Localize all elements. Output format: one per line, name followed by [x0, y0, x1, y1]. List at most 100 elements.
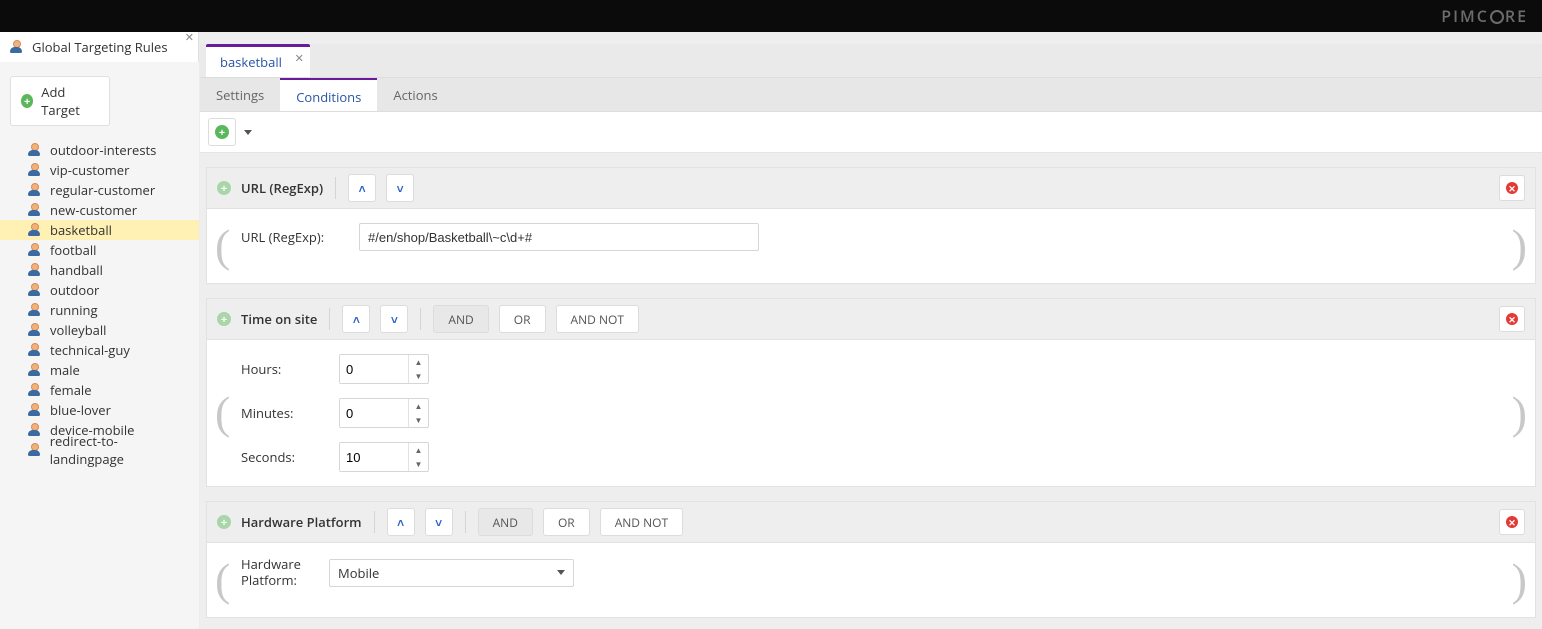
tab-actions[interactable]: Actions [377, 78, 453, 111]
number-input[interactable] [340, 443, 408, 471]
sidebar-item[interactable]: blue-lover [0, 400, 199, 420]
number-input[interactable] [340, 399, 408, 427]
number-spinner[interactable]: ▲▼ [339, 442, 429, 472]
add-condition-menu[interactable] [240, 118, 256, 146]
editor-tabstrip: basketball ✕ [200, 44, 1542, 78]
condition-header: + URL (RegExp) ˄ ˅ ✕ [206, 167, 1536, 209]
move-down-button[interactable]: ˅ [386, 174, 414, 202]
chevron-down-icon: ˅ [397, 180, 404, 197]
plus-icon: + [215, 125, 229, 139]
add-target-label: Add Target [41, 83, 99, 119]
sidebar-title: Global Targeting Rules [32, 38, 168, 56]
user-icon [28, 263, 42, 277]
move-down-button[interactable]: ˅ [425, 508, 453, 536]
close-icon: ✕ [1506, 313, 1518, 325]
sidebar-item[interactable]: vip-customer [0, 160, 199, 180]
sidebar-item-label: female [50, 381, 92, 399]
user-icon [28, 323, 42, 337]
step-down[interactable]: ▼ [409, 457, 428, 471]
sidebar-item[interactable]: football [0, 240, 199, 260]
open-paren: ( [215, 223, 233, 269]
user-icon [28, 423, 42, 437]
sidebar-item[interactable]: basketball [0, 220, 199, 240]
rule-list: outdoor-interestsvip-customerregular-cus… [0, 140, 199, 460]
sidebar-item-label: male [50, 361, 80, 379]
add-target-button[interactable]: + Add Target [10, 76, 110, 126]
operator-and[interactable]: AND [478, 508, 533, 536]
field-label: URL (RegExp): [241, 228, 341, 246]
plus-icon[interactable]: + [217, 515, 231, 529]
step-up[interactable]: ▲ [409, 399, 428, 413]
sidebar-item[interactable]: outdoor [0, 280, 199, 300]
user-icon [28, 283, 42, 297]
sidebar-item[interactable]: new-customer [0, 200, 199, 220]
operator-or[interactable]: OR [499, 305, 546, 333]
sidebar-item[interactable]: regular-customer [0, 180, 199, 200]
condition-header: +Time on site˄˅ANDORAND NOT✕ [206, 298, 1536, 340]
close-icon: ✕ [1506, 182, 1518, 194]
sidebar-item[interactable]: technical-guy [0, 340, 199, 360]
number-spinner[interactable]: ▲▼ [339, 398, 429, 428]
plus-icon[interactable]: + [217, 181, 231, 195]
sidebar-item-label: outdoor [50, 281, 99, 299]
sidebar-item[interactable]: redirect-to-landingpage [0, 440, 199, 460]
sidebar-item-label: redirect-to-landingpage [50, 432, 189, 468]
tab-conditions[interactable]: Conditions [280, 78, 377, 111]
editor: basketball ✕ Settings Conditions Actions… [200, 32, 1542, 629]
hardware-platform-select[interactable]: Mobile [329, 559, 574, 587]
sidebar-item-label: vip-customer [50, 161, 129, 179]
field-label: HardwarePlatform: [241, 557, 311, 588]
sidebar-item[interactable]: outdoor-interests [0, 140, 199, 160]
sidebar-item-label: basketball [50, 221, 112, 239]
move-up-button[interactable]: ˄ [342, 305, 370, 333]
number-input[interactable] [340, 355, 408, 383]
number-spinner[interactable]: ▲▼ [339, 354, 429, 384]
step-down[interactable]: ▼ [409, 369, 428, 383]
user-icon [28, 443, 42, 457]
editor-tab[interactable]: basketball ✕ [206, 44, 310, 77]
url-regexp-input[interactable] [359, 223, 759, 251]
sidebar-item-label: volleyball [50, 321, 106, 339]
sidebar-item[interactable]: handball [0, 260, 199, 280]
operator-or[interactable]: OR [543, 508, 590, 536]
delete-condition-button[interactable]: ✕ [1499, 175, 1525, 201]
plus-icon: + [21, 94, 33, 108]
condition-body: (Hours:▲▼Minutes:▲▼Seconds:▲▼) [206, 340, 1536, 487]
close-icon[interactable]: ✕ [295, 51, 304, 66]
editor-tab-label: basketball [220, 53, 282, 71]
sidebar: Global Targeting Rules ✕ + Add Target ou… [0, 32, 200, 629]
subtabs: Settings Conditions Actions [200, 78, 1542, 112]
move-down-button[interactable]: ˅ [380, 305, 408, 333]
field-label: Seconds: [241, 448, 321, 466]
sidebar-item-label: running [50, 301, 98, 319]
operator-and-not[interactable]: AND NOT [600, 508, 683, 536]
add-condition-button[interactable]: + [208, 118, 236, 146]
step-down[interactable]: ▼ [409, 413, 428, 427]
sidebar-item-label: blue-lover [50, 401, 111, 419]
plus-icon[interactable]: + [217, 312, 231, 326]
sidebar-item-label: handball [50, 261, 103, 279]
step-up[interactable]: ▲ [409, 443, 428, 457]
delete-condition-button[interactable]: ✕ [1499, 306, 1525, 332]
close-icon[interactable]: ✕ [185, 30, 194, 45]
user-icon [28, 403, 42, 417]
field-label: Minutes: [241, 404, 321, 422]
step-up[interactable]: ▲ [409, 355, 428, 369]
sidebar-item[interactable]: volleyball [0, 320, 199, 340]
move-up-button[interactable]: ˄ [348, 174, 376, 202]
chevron-down-icon [244, 130, 252, 135]
sidebar-tab[interactable]: Global Targeting Rules ✕ [0, 32, 199, 62]
close-icon: ✕ [1506, 516, 1518, 528]
condition-title: URL (RegExp) [241, 179, 323, 197]
conditions-toolbar: + [200, 112, 1542, 153]
delete-condition-button[interactable]: ✕ [1499, 509, 1525, 535]
condition-body: (HardwarePlatform:Mobile) [206, 543, 1536, 618]
tab-settings[interactable]: Settings [200, 78, 280, 111]
sidebar-item[interactable]: running [0, 300, 199, 320]
operator-and[interactable]: AND [433, 305, 488, 333]
move-up-button[interactable]: ˄ [387, 508, 415, 536]
sidebar-item[interactable]: male [0, 360, 199, 380]
sidebar-item[interactable]: female [0, 380, 199, 400]
operator-and-not[interactable]: AND NOT [556, 305, 639, 333]
brand-logo: PIMCRE [1441, 5, 1528, 27]
